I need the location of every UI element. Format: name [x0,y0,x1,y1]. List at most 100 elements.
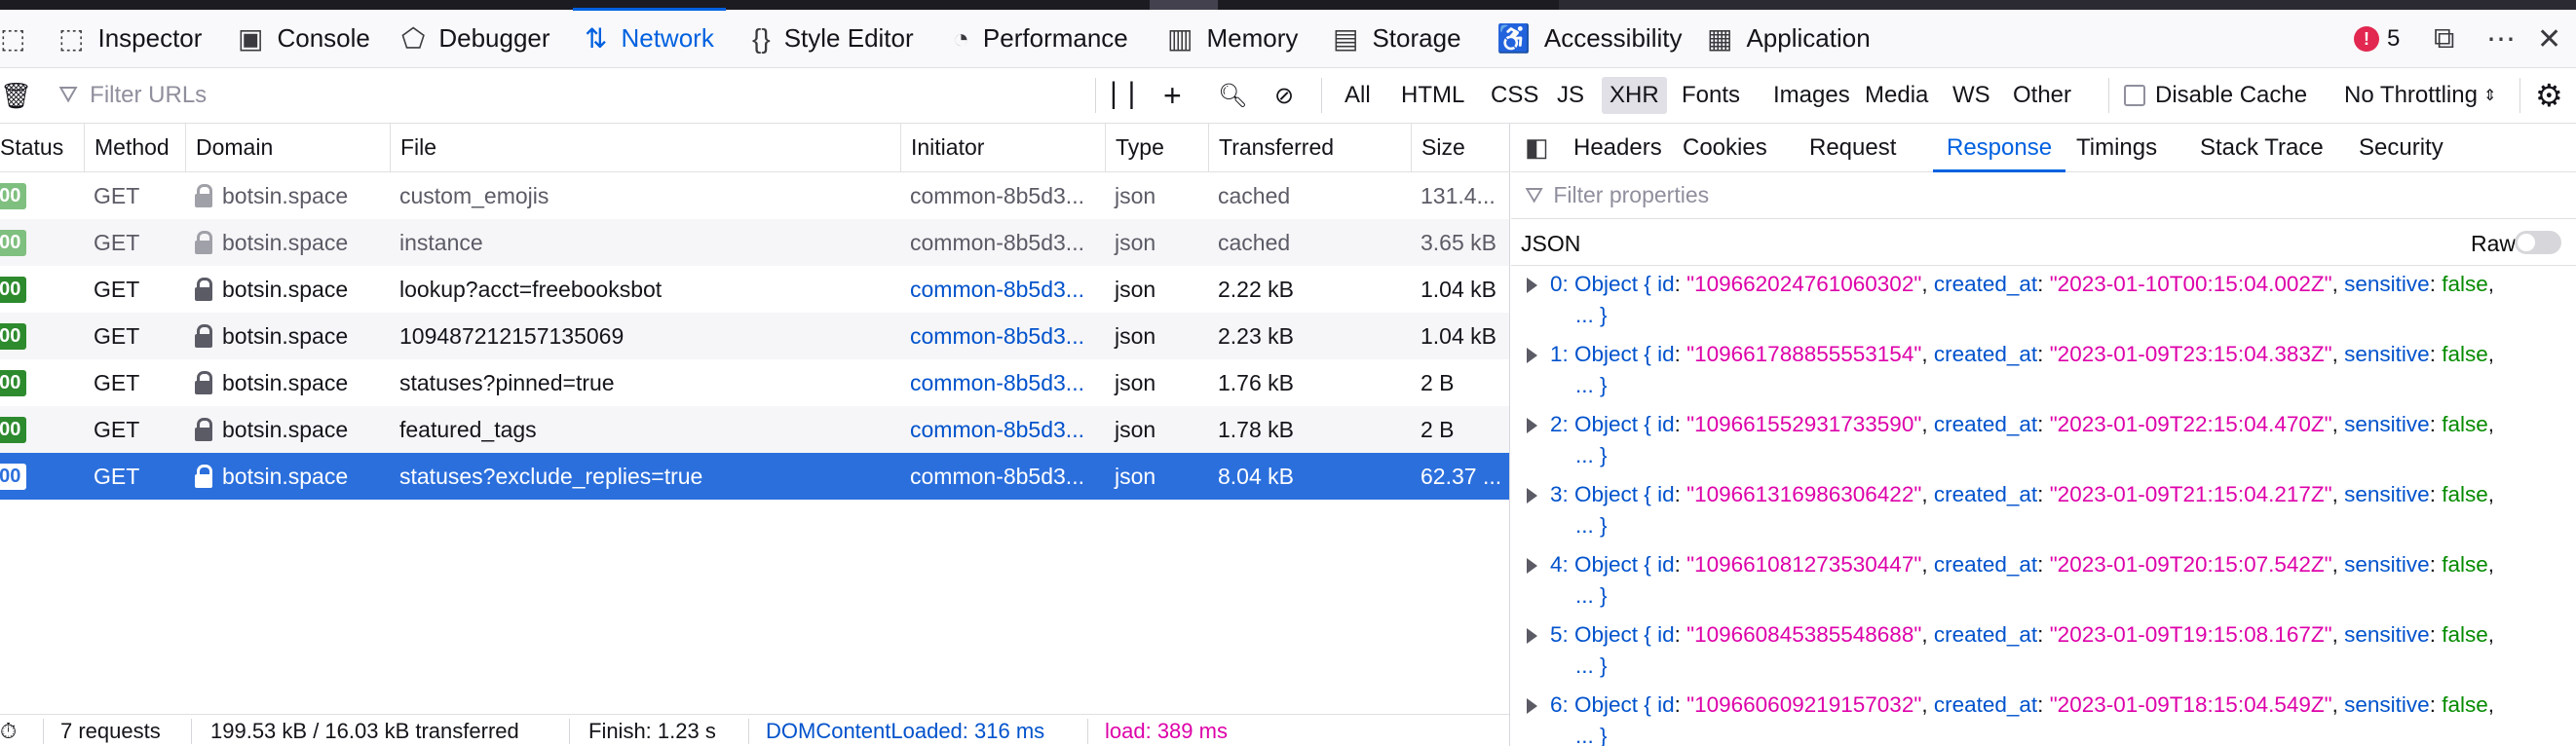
close-devtools-button[interactable]: ✕ [2537,19,2561,58]
json-token: : [1674,342,1687,366]
checkbox-box[interactable] [2124,85,2145,106]
json-token: : Object { [1562,272,1658,296]
block-requests-button[interactable]: ⊘ [1274,68,1294,123]
column-header-domain[interactable]: Domain [185,124,390,171]
raw-toggle[interactable] [2515,231,2561,254]
json-token: , [2331,692,2345,717]
column-header-size[interactable]: Size [1411,124,1509,171]
expand-arrow-icon[interactable] [1527,278,1537,293]
expand-arrow-icon[interactable] [1527,698,1537,714]
browser-tab[interactable] [1150,0,1218,10]
column-header-status[interactable]: Status [0,124,84,171]
filter-type-images[interactable]: Images [1765,77,1858,114]
json-sensitive-value: false [2442,622,2488,647]
tab-memory[interactable]: ▥ Memory [1167,10,1298,67]
filter-type-css[interactable]: CSS [1483,77,1546,114]
lock-icon [195,184,212,207]
filter-type-xhr[interactable]: XHR [1602,77,1667,114]
pause-recording-button[interactable]: ▏▏ [1113,68,1149,123]
funnel-icon: ⛛ [1525,182,1544,207]
add-request-button[interactable]: + [1163,68,1182,123]
details-tab-response[interactable]: Response [1932,124,2066,172]
toggle-sidebar-button[interactable]: ◧ [1525,124,1549,171]
performance-analysis-button[interactable]: ⏱ [0,715,17,746]
json-token: , [1921,482,1934,506]
details-tab-request[interactable]: Request [1809,124,1896,171]
filter-type-all[interactable]: All [1337,77,1379,114]
tab-inspector[interactable]: ⬚ Inspector [58,10,202,67]
filter-type-ws[interactable]: WS [1945,77,1998,114]
filter-type-js[interactable]: JS [1549,77,1592,114]
json-object-row[interactable]: 4: Object { id: "109661081273530447", cr… [1511,546,2576,616]
json-index: 1 [1550,342,1563,366]
tab-performance[interactable]: ◔ Performance [953,10,1128,67]
json-object-row[interactable]: 0: Object { id: "109662024761060302", cr… [1511,266,2576,336]
details-tab-cookies[interactable]: Cookies [1683,124,1767,171]
json-sensitive-value: false [2442,412,2488,436]
cell-initiator[interactable]: common-8b5d3... [900,406,1105,453]
pick-element-button[interactable]: ⬚ [0,10,39,67]
json-object-row[interactable]: 6: Object { id: "109660609219157032", cr… [1511,687,2576,746]
table-row[interactable]: 200 GET botsin.space statuses?pinned=true co… [0,359,1509,406]
json-object-row[interactable]: 1: Object { id: "109661788855553154", cr… [1511,336,2576,406]
filter-type-other[interactable]: Other [2005,77,2079,114]
table-row[interactable]: 200 GET botsin.space custom_emojis common-8b… [0,172,1509,219]
dock-side-button[interactable]: ⧉ [2434,19,2454,58]
network-settings-button[interactable]: ⚙ [2535,68,2563,123]
cell-initiator[interactable]: common-8b5d3... [900,172,1105,219]
column-header-method[interactable]: Method [84,124,185,171]
expand-arrow-icon[interactable] [1527,558,1537,574]
details-tab-headers[interactable]: Headers [1573,124,1662,171]
error-count: 5 [2387,25,2401,52]
json-token: , [1921,692,1934,717]
disable-cache-label: Disable Cache [2155,82,2308,108]
column-header-type[interactable]: Type [1105,124,1208,171]
json-token: , [1921,272,1934,296]
expand-arrow-icon[interactable] [1527,418,1537,433]
filter-properties-input[interactable]: ⛛ Filter properties [1511,172,2576,219]
throttling-select[interactable]: No Throttling ⇕ [2344,68,2496,123]
cell-initiator[interactable]: common-8b5d3... [900,359,1105,406]
tab-application[interactable]: ▦ Application [1707,10,1871,67]
expand-arrow-icon[interactable] [1527,488,1537,504]
json-object-row[interactable]: 2: Object { id: "109661552931733590", cr… [1511,406,2576,476]
expand-arrow-icon[interactable] [1527,348,1537,363]
json-object-row[interactable]: 5: Object { id: "109660845385548688", cr… [1511,616,2576,687]
cell-initiator[interactable]: common-8b5d3... [900,219,1105,266]
table-row[interactable]: 200 GET botsin.space lookup?acct=freebooksb… [0,266,1509,313]
json-tree: 0: Object { id: "109662024761060302", cr… [1511,266,2576,746]
json-continuation: ... } [1575,373,1608,397]
details-tab-timings[interactable]: Timings [2076,124,2157,171]
table-row[interactable]: 200 GET botsin.space featured_tags common-8b… [0,406,1509,453]
json-object-row[interactable]: 3: Object { id: "109661316986306422", cr… [1511,476,2576,546]
tab-debugger[interactable]: ⬠ Debugger [401,10,550,67]
expand-arrow-icon[interactable] [1527,628,1537,644]
column-header-transferred[interactable]: Transferred [1208,124,1411,171]
table-row[interactable]: 200 GET botsin.space statuses?exclude_repli… [0,453,1509,500]
tab-console[interactable]: ▣ Console [238,10,370,67]
cell-initiator[interactable]: common-8b5d3... [900,313,1105,359]
tab-style-editor[interactable]: {} Style Editor [752,10,914,67]
cell-initiator[interactable]: common-8b5d3... [900,453,1105,500]
cell-initiator[interactable]: common-8b5d3... [900,266,1105,313]
search-button[interactable]: 🔍︎ [1218,68,1247,123]
filter-type-fonts[interactable]: Fonts [1674,77,1748,114]
filter-urls-input[interactable]: ⛛ Filter URLs [58,68,207,123]
details-tab-stack-trace[interactable]: Stack Trace [2200,124,2324,171]
tab-network[interactable]: ⇅ Network [573,8,726,67]
error-icon: ! [2354,26,2379,52]
disable-cache-checkbox[interactable]: Disable Cache [2124,68,2307,123]
tab-accessibility[interactable]: ♿ Accessibility [1496,10,1682,67]
error-count-badge[interactable]: ! 5 [2354,19,2400,58]
tab-storage[interactable]: ▤ Storage [1333,10,1461,67]
column-header-file[interactable]: File [390,124,900,171]
table-row[interactable]: 200 GET botsin.space instance common-8b5d3..… [0,219,1509,266]
browser-tab[interactable] [1559,0,2576,10]
filter-type-media[interactable]: Media [1857,77,1936,114]
clear-requests-button[interactable]: 🗑 [0,68,32,123]
table-row[interactable]: 200 GET botsin.space 109487212157135069 comm… [0,313,1509,359]
more-options-button[interactable]: ⋯ [2486,19,2516,58]
details-tab-security[interactable]: Security [2359,124,2443,171]
column-header-initiator[interactable]: Initiator [900,124,1105,171]
filter-type-html[interactable]: HTML [1393,77,1472,114]
